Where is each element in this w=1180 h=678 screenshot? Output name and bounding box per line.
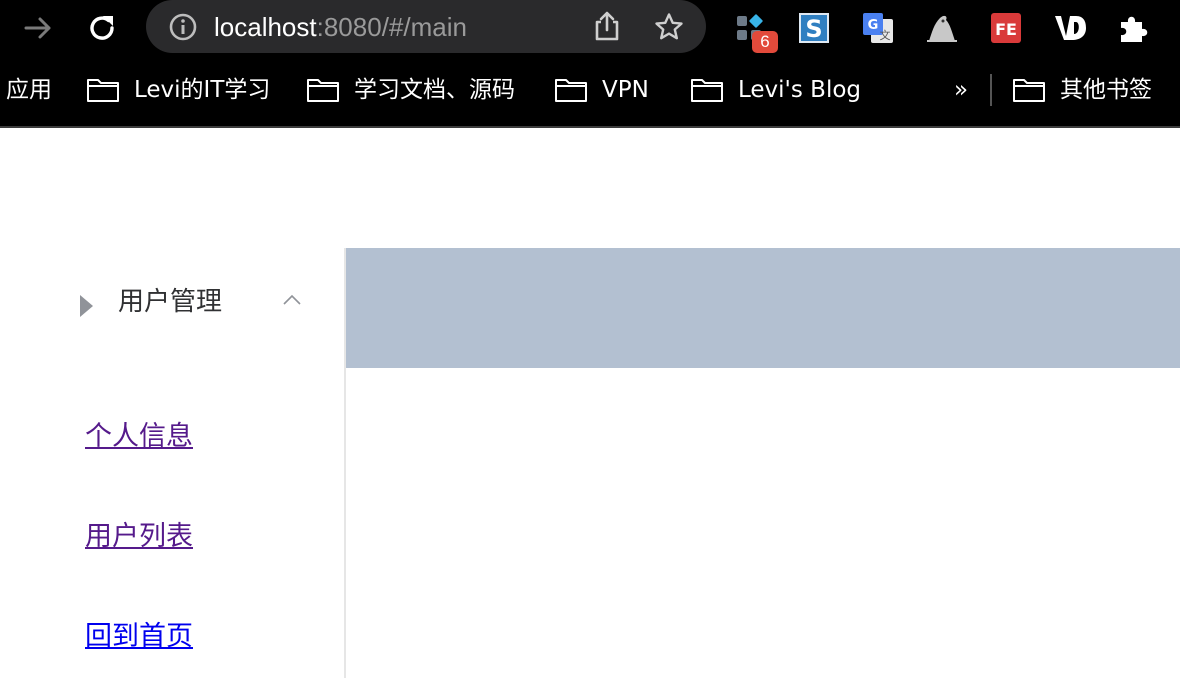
svg-text:G: G — [868, 18, 879, 33]
menu-link-profile[interactable]: 个人信息 — [85, 419, 193, 455]
s-glyph-icon: S — [799, 13, 829, 43]
bookmarks-bar: 应用 Levi的IT学习 学习文档、源码 VPN Levi's Blog » 其… — [0, 56, 1180, 128]
other-bookmarks-label: 其他书签 — [1060, 77, 1152, 103]
sidebar-menu: 用户管理 个人信息 用户列表 回到首页 — [0, 248, 346, 678]
submenu-user-management[interactable]: 用户管理 — [0, 248, 344, 358]
info-icon[interactable] — [168, 12, 198, 42]
translate-glyph-icon: G 文 — [863, 13, 893, 43]
bookmarks-divider — [990, 74, 992, 106]
menu-link-user-list[interactable]: 用户列表 — [85, 519, 193, 555]
folder-icon — [555, 79, 587, 102]
s-extension-icon[interactable]: S — [794, 8, 834, 48]
bookmark-label: Levi's Blog — [738, 77, 862, 103]
arrow-right-icon — [24, 17, 51, 39]
address-host: localhost — [214, 12, 317, 42]
other-bookmarks-folder[interactable]: 其他书签 — [1012, 73, 1152, 107]
bookmark-label: VPN — [602, 77, 649, 103]
puzzle-extensions-icon[interactable] — [1114, 8, 1154, 48]
extension-badge: 6 — [752, 31, 778, 53]
seal-extension-icon[interactable] — [922, 8, 962, 48]
address-path: :8080/#/main — [316, 12, 467, 42]
fe-glyph-icon: FE — [991, 13, 1021, 43]
reload-button[interactable] — [82, 8, 122, 48]
folder-icon — [87, 79, 119, 102]
vd-glyph-icon — [1055, 16, 1086, 40]
main-header — [346, 248, 1180, 368]
overflow-chevron-icon: » — [954, 77, 969, 103]
bookmark-label: 学习文档、源码 — [354, 77, 515, 103]
address-url[interactable]: localhost:8080/#/main — [214, 10, 467, 44]
forward-button[interactable] — [18, 8, 58, 48]
address-bar[interactable]: localhost:8080/#/main — [146, 0, 706, 53]
menu-link-home[interactable]: 回到首页 — [85, 619, 193, 655]
bookmark-star-icon[interactable] — [654, 12, 684, 42]
apps-label: 应用 — [6, 77, 52, 103]
folder-icon — [307, 79, 339, 102]
caret-right-icon — [80, 295, 93, 317]
folder-icon — [1013, 79, 1045, 102]
fe-extension-icon[interactable]: FE — [986, 8, 1026, 48]
svg-text:FE: FE — [995, 20, 1017, 39]
svg-text:S: S — [805, 15, 822, 43]
bookmark-folder[interactable]: 学习文档、源码 — [306, 73, 515, 107]
bookmark-folder[interactable]: VPN — [554, 73, 649, 107]
chevron-up-icon — [283, 294, 301, 305]
reload-icon — [90, 16, 114, 40]
svg-text:文: 文 — [880, 28, 891, 42]
seal-glyph-icon — [927, 15, 957, 42]
bookmark-folder[interactable]: Levi's Blog — [690, 73, 861, 107]
browser-toolbar: localhost:8080/#/main 6 S G 文 FE — [0, 0, 1180, 56]
puzzle-glyph-icon — [1121, 16, 1148, 42]
share-icon[interactable] — [593, 10, 621, 42]
submenu-title: 用户管理 — [118, 287, 223, 317]
bookmarks-overflow-button[interactable]: » — [954, 73, 968, 107]
folder-icon — [691, 79, 723, 102]
bookmark-folder[interactable]: Levi的IT学习 — [86, 73, 270, 107]
bookmark-label: Levi的IT学习 — [134, 77, 271, 103]
vd-extension-icon[interactable] — [1050, 8, 1090, 48]
google-translate-icon[interactable]: G 文 — [858, 8, 898, 48]
apps-bookmark[interactable]: 应用 — [6, 73, 52, 107]
